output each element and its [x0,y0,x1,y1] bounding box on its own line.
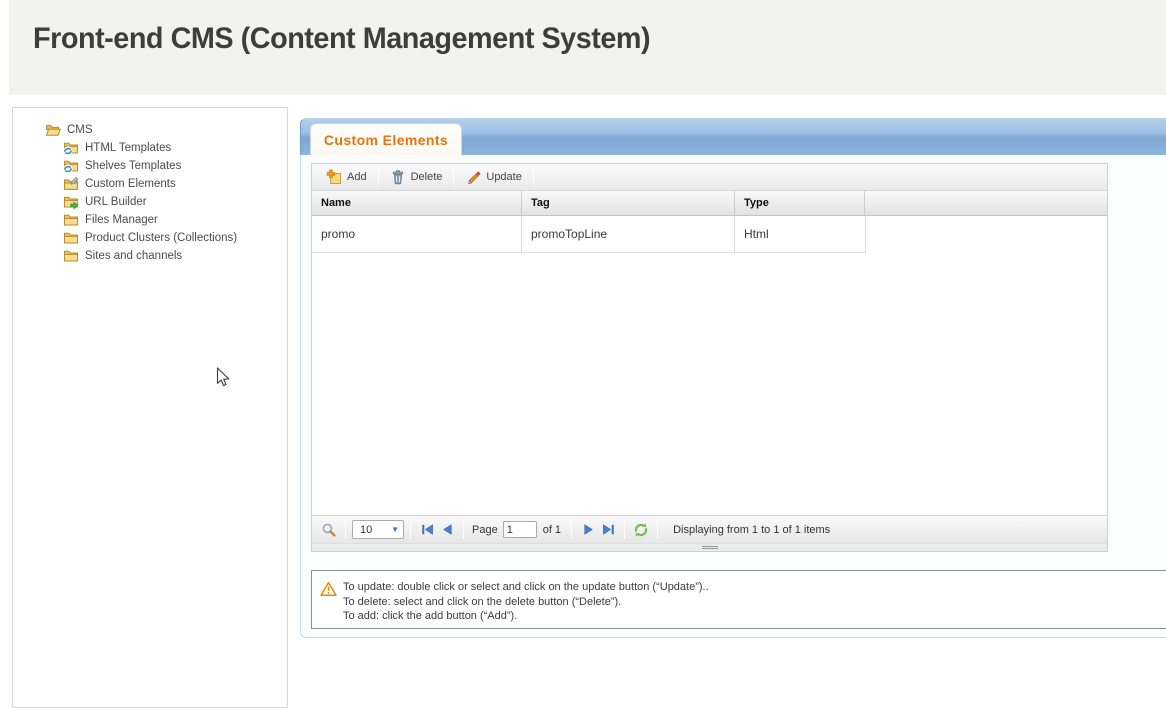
page-title: Front-end CMS (Content Management System… [33,22,650,56]
pagination-separator [345,521,346,539]
delete-button[interactable]: Delete [381,166,452,188]
update-button-label: Update [486,171,521,183]
toolbar-separator [378,168,379,186]
grid-resize-handle[interactable] [312,543,1107,551]
sidebar-item-files-manager[interactable]: Files Manager [31,211,287,229]
folder-edit-icon [63,176,79,192]
folder-icon [63,230,79,246]
help-text: To update: double click or select and cl… [343,580,709,624]
app-header: Front-end CMS (Content Management System… [9,0,1166,95]
grid-toolbar: Add Delete [312,164,1107,191]
folder-go-icon [63,194,79,210]
pagination-separator [571,521,572,539]
pagination-separator [624,521,625,539]
column-header-filler [865,191,1107,215]
column-header-tag[interactable]: Tag [522,191,735,215]
help-box: To update: double click or select and cl… [311,570,1166,629]
sidebar-item-shelves-templates[interactable]: Shelves Templates [31,157,287,175]
tab-bar: Custom Elements [300,118,1166,155]
warning-icon [320,581,337,602]
folder-open-icon [45,122,61,138]
cms-tree: CMS HTML Templates [13,108,287,265]
pencil-icon [465,169,481,185]
sidebar-item-custom-elements[interactable]: Custom Elements [31,175,287,193]
grid-body: promo promoTopLine Html [312,216,1107,515]
last-page-button[interactable] [599,521,617,539]
delete-button-label: Delete [411,171,443,183]
grid-header-row: Name Tag Type [312,191,1107,216]
sidebar-item-sites-and-channels[interactable]: Sites and channels [31,247,287,265]
page-number-input[interactable] [503,521,537,538]
folder-sync-icon [63,158,79,174]
sidebar-item-label: Shelves Templates [85,160,181,172]
pagination-separator [657,521,658,539]
add-button[interactable]: Add [317,166,376,188]
status-text: Displaying from 1 to 1 of 1 items [673,524,830,536]
column-header-type[interactable]: Type [735,191,865,215]
trash-icon [390,169,406,185]
update-button[interactable]: Update [456,166,530,188]
sidebar-item-label: HTML Templates [85,142,171,154]
sidebar-item-url-builder[interactable]: URL Builder [31,193,287,211]
sidebar-item-label: Product Clusters (Collections) [85,232,237,244]
add-button-label: Add [347,171,367,183]
tab-custom-elements[interactable]: Custom Elements [310,123,462,156]
pagination-separator [410,521,411,539]
sidebar-tree-panel: CMS HTML Templates [12,107,288,708]
table-row[interactable]: promo promoTopLine Html [312,216,866,253]
folder-icon [63,248,79,264]
folder-sync-icon [63,140,79,156]
next-page-button[interactable] [579,521,597,539]
refresh-icon[interactable] [632,521,650,539]
pagination-bar: 10 ▼ Page of 1 [312,515,1107,543]
page-size-select[interactable]: 10 ▼ [352,520,404,539]
sidebar-item-html-templates[interactable]: HTML Templates [31,139,287,157]
sidebar-item-label: Files Manager [85,214,158,226]
content-panel: Custom Elements Add [300,118,1166,638]
sidebar-item-label: Custom Elements [85,178,176,190]
help-line-update: To update: double click or select and cl… [343,580,709,595]
grip-icon [702,546,718,549]
page-size-value: 10 [360,524,372,536]
pagination-separator [463,521,464,539]
help-line-add: To add: click the add button (“Add”). [343,609,709,624]
toolbar-separator [533,168,534,186]
sidebar-item-label: URL Builder [85,196,147,208]
cell-tag: promoTopLine [522,216,735,252]
sidebar-item-label: CMS [67,124,93,136]
panel-body: Add Delete [300,155,1166,638]
folder-icon [63,212,79,228]
sidebar-item-product-clusters[interactable]: Product Clusters (Collections) [31,229,287,247]
prev-page-button[interactable] [438,521,456,539]
add-icon [326,169,342,185]
first-page-button[interactable] [418,521,436,539]
help-line-delete: To delete: select and click on the delet… [343,595,709,610]
cell-type: Html [735,216,866,252]
sidebar-item-cms[interactable]: CMS [31,121,287,139]
custom-elements-grid: Add Delete [311,163,1108,552]
cell-name: promo [312,216,522,252]
search-icon[interactable] [320,521,338,539]
toolbar-separator [453,168,454,186]
column-header-name[interactable]: Name [312,191,522,215]
chevron-down-icon: ▼ [391,526,399,534]
page-label: Page [472,524,498,536]
sidebar-item-label: Sites and channels [85,250,182,262]
page-count-label: of 1 [543,524,561,536]
